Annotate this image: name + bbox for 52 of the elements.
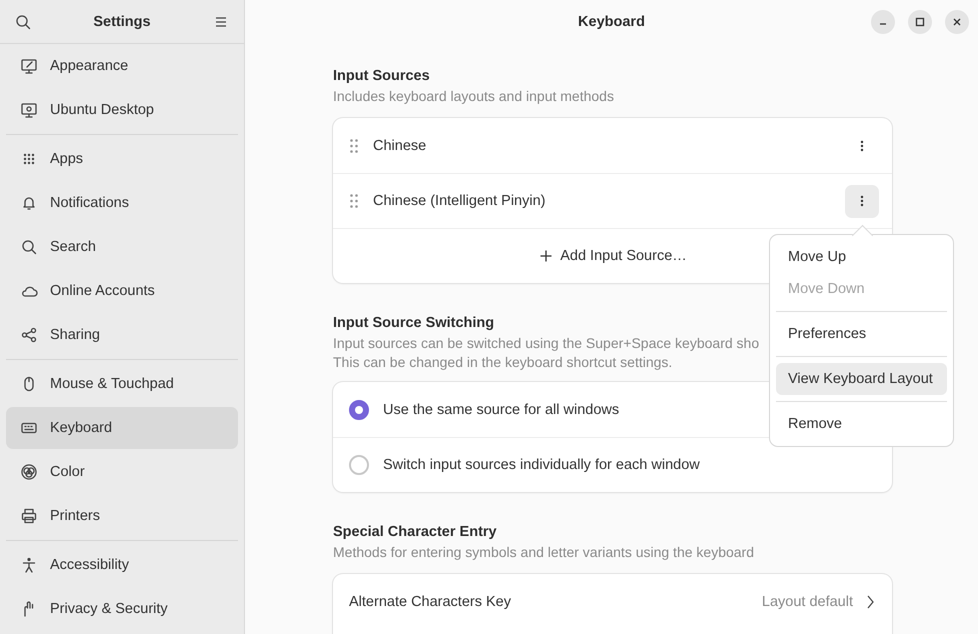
sidebar-item[interactable]: Keyboard: [6, 407, 238, 449]
color-circles-icon: [20, 463, 38, 481]
sidebar-item[interactable]: Mouse & Touchpad: [6, 363, 238, 405]
menu-item[interactable]: View Keyboard Layout: [776, 363, 947, 395]
setting-value: Layout default: [762, 594, 853, 610]
sidebar-item[interactable]: Online Accounts: [6, 270, 238, 312]
sidebar-item[interactable]: Appearance: [6, 45, 238, 87]
close-icon: [952, 17, 962, 27]
search-icon: [14, 12, 32, 30]
monitor-icon: [20, 101, 38, 119]
more-options-icon: [860, 138, 864, 152]
drag-handle-icon: [349, 138, 359, 154]
option-label: Switch input sources individually for each window: [383, 457, 701, 473]
appearance-icon: [20, 57, 38, 75]
input-source-name: Chinese: [373, 138, 428, 154]
window-title: Keyboard: [578, 14, 645, 30]
section-title: Input Source Switching: [333, 314, 494, 333]
setting-label: Alternate Characters Key: [349, 594, 512, 610]
section-title: Special Character Entry: [333, 523, 497, 542]
maximize-icon: [915, 17, 925, 27]
sidebar-title: Settings: [93, 14, 151, 30]
sidebar-item[interactable]: Apps: [6, 138, 238, 180]
plus-icon: [540, 250, 552, 262]
radio-button[interactable]: [349, 455, 369, 475]
more-options-icon: [860, 194, 864, 208]
person-icon: [20, 556, 38, 574]
section-description: Input sources can be switched using the Super+Space keyboard sho: [333, 334, 760, 353]
sidebar-item[interactable]: Printers: [6, 495, 238, 537]
sidebar-item[interactable]: Color: [6, 451, 238, 493]
section-subtitle: Methods for entering symbols and letter variants using the keyboard: [333, 543, 754, 562]
share-icon: [20, 326, 38, 344]
option-label: Use the same source for all windows: [383, 402, 620, 418]
input-source-name: Chinese (Intelligent Pinyin): [373, 193, 546, 209]
search-icon: [20, 238, 38, 256]
section-title: Input Sources: [333, 67, 430, 86]
sidebar-item[interactable]: Notifications: [6, 182, 238, 224]
radio-button[interactable]: [349, 400, 369, 420]
menu-item[interactable]: Remove: [776, 408, 947, 440]
printer-icon: [20, 507, 38, 525]
menu-icon: [214, 14, 228, 28]
maximize-button[interactable]: [908, 10, 932, 34]
sidebar-item[interactable]: Sharing: [6, 314, 238, 356]
close-button[interactable]: [945, 10, 969, 34]
sidebar-item[interactable]: Accessibility: [6, 544, 238, 586]
menu-item[interactable]: Preferences: [776, 318, 947, 350]
drag-handle-icon: [349, 193, 359, 209]
chevron-right-icon: [867, 594, 874, 608]
sidebar-item[interactable]: Search: [6, 226, 238, 268]
section-description: This can be changed in the keyboard shortcut settings.: [333, 353, 672, 372]
sidebar-item[interactable]: Privacy & Security: [6, 588, 238, 630]
sidebar-item[interactable]: Ubuntu Desktop: [6, 89, 238, 131]
section-subtitle: Includes keyboard layouts and input methods: [333, 87, 614, 106]
